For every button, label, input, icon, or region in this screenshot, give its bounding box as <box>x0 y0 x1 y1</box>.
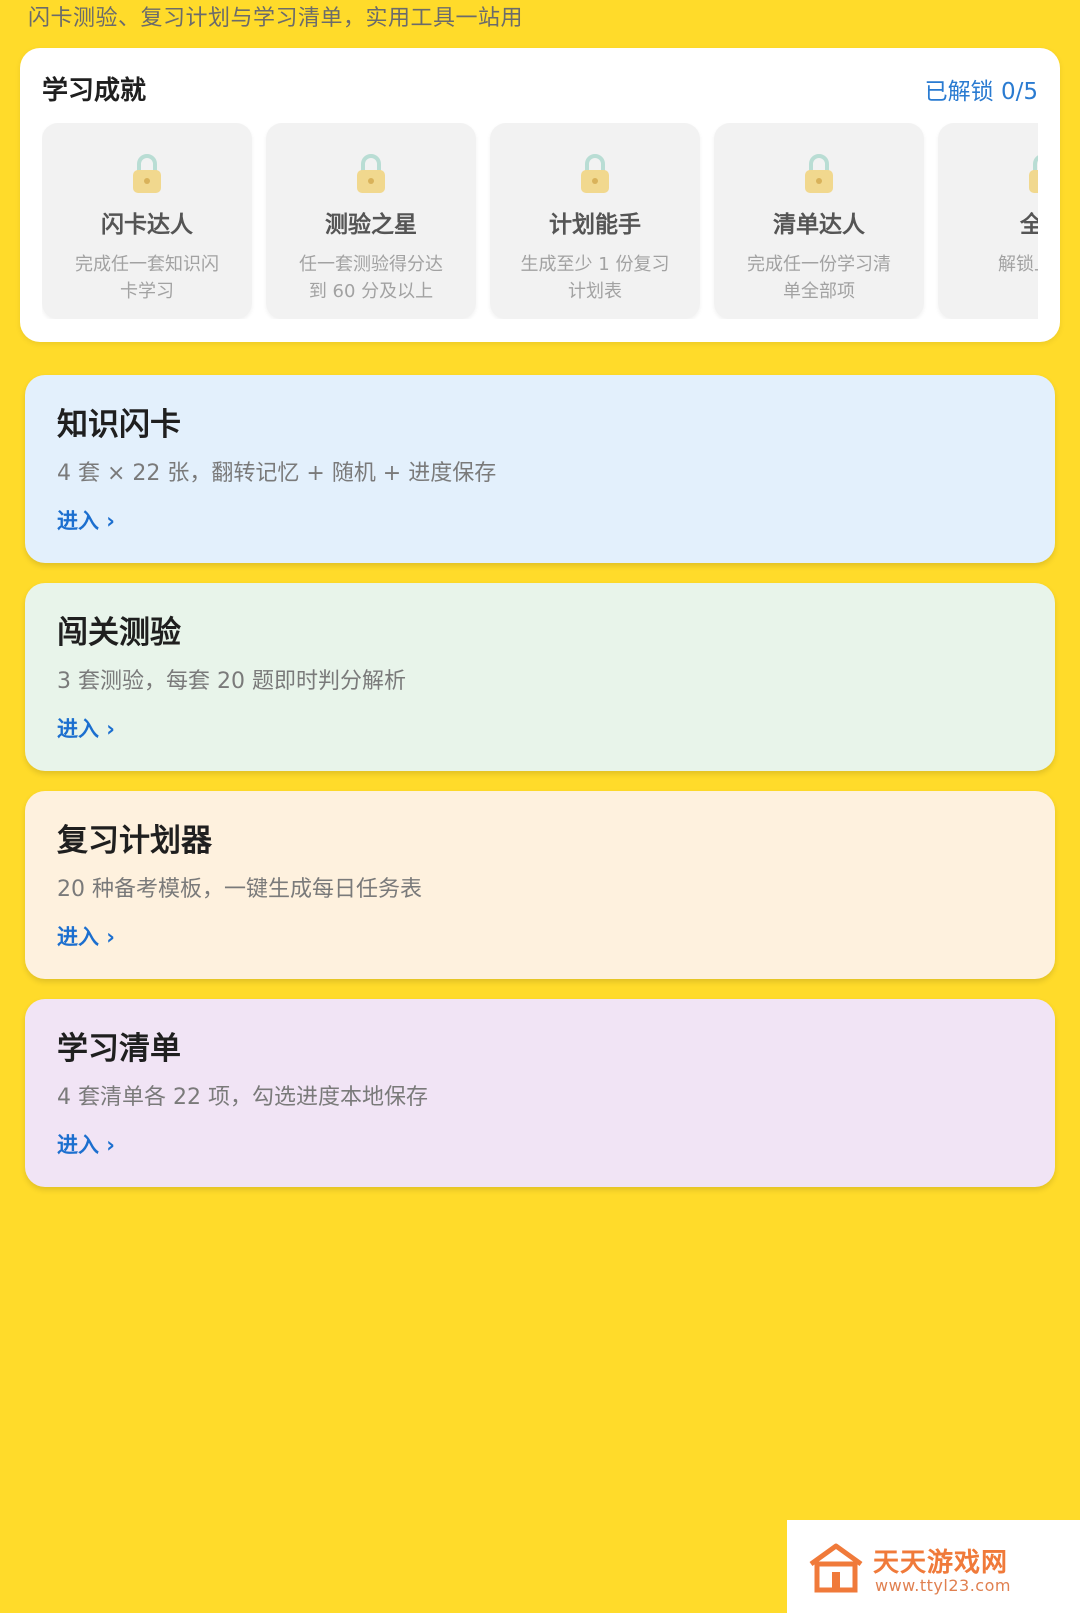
achievement-desc: 完成任一套知识闪卡学习 <box>75 254 219 302</box>
feature-title: 学习清单 <box>57 1031 181 1067</box>
achievement-card[interactable]: 测验之星 任一套测验得分达到 60 分及以上 <box>266 123 476 319</box>
watermark-name: 天天游戏网 <box>873 1548 1009 1578</box>
watermark-url: www.ttyl23.com <box>875 1576 1011 1595</box>
achievement-name: 测验之星 <box>325 212 417 238</box>
feature-desc: 3 套测验，每套 20 题即时判分解析 <box>57 669 406 694</box>
achievement-name: 闪卡达人 <box>101 212 193 238</box>
achievement-desc: 生成至少 1 份复习计划表 <box>520 254 670 302</box>
achievement-desc: 解锁上述成 <box>998 254 1038 275</box>
achievement-card[interactable]: 计划能手 生成至少 1 份复习计划表 <box>490 123 700 319</box>
achievements-scroll-strip[interactable]: 闪卡达人 完成任一套知识闪卡学习 测验之星 任一套测验得分达到 60 分及以上 <box>42 123 1038 319</box>
achievement-name: 清单达人 <box>773 212 865 238</box>
lock-icon <box>357 154 385 193</box>
lock-icon <box>1029 155 1038 193</box>
enter-link[interactable]: 进入 › <box>57 507 115 535</box>
feature-title: 闯关测验 <box>57 615 181 651</box>
house-logo-icon <box>809 1543 863 1593</box>
enter-link[interactable]: 进入 › <box>57 1131 115 1159</box>
lock-icon <box>581 154 609 193</box>
achievement-desc: 任一套测验得分达到 60 分及以上 <box>299 254 443 302</box>
achievements-header: 学习成就 已解锁 0/5 <box>42 70 1038 106</box>
achievement-name: 计划能手 <box>549 212 641 238</box>
feature-title: 知识闪卡 <box>57 407 181 443</box>
achievements-panel: 学习成就 已解锁 0/5 闪卡达人 完成任一套知识闪卡学习 测验之星 任一套测验… <box>20 48 1060 342</box>
achievements-title: 学习成就 <box>42 76 147 106</box>
achievement-name: 全能 <box>1020 212 1038 238</box>
lock-icon <box>133 154 161 193</box>
feature-desc: 4 套清单各 22 项，勾选进度本地保存 <box>57 1085 428 1110</box>
site-watermark: 天天游戏网 www.ttyl23.com <box>787 1520 1080 1613</box>
page-subtitle: 闪卡测验、复习计划与学习清单，实用工具一站用 <box>28 6 524 31</box>
enter-link[interactable]: 进入 › <box>57 923 115 951</box>
achievements-unlocked-count: 已解锁 0/5 <box>924 79 1038 105</box>
feature-card-review-planner[interactable]: 复习计划器 20 种备考模板，一键生成每日任务表 进入 › <box>25 791 1055 979</box>
achievement-card[interactable]: 全能 解锁上述成 <box>938 123 1038 319</box>
feature-card-quiz[interactable]: 闯关测验 3 套测验，每套 20 题即时判分解析 进入 › <box>25 583 1055 771</box>
feature-card-study-checklist[interactable]: 学习清单 4 套清单各 22 项，勾选进度本地保存 进入 › <box>25 999 1055 1187</box>
achievement-card[interactable]: 清单达人 完成任一份学习清单全部项 <box>714 123 924 319</box>
achievement-desc: 完成任一份学习清单全部项 <box>747 254 891 302</box>
feature-card-flashcards[interactable]: 知识闪卡 4 套 × 22 张，翻转记忆 + 随机 + 进度保存 进入 › <box>25 375 1055 563</box>
feature-desc: 20 种备考模板，一键生成每日任务表 <box>57 877 422 902</box>
achievement-card[interactable]: 闪卡达人 完成任一套知识闪卡学习 <box>42 123 252 319</box>
enter-link[interactable]: 进入 › <box>57 715 115 743</box>
feature-title: 复习计划器 <box>57 823 212 859</box>
lock-icon <box>805 154 833 193</box>
feature-desc: 4 套 × 22 张，翻转记忆 + 随机 + 进度保存 <box>57 461 497 486</box>
